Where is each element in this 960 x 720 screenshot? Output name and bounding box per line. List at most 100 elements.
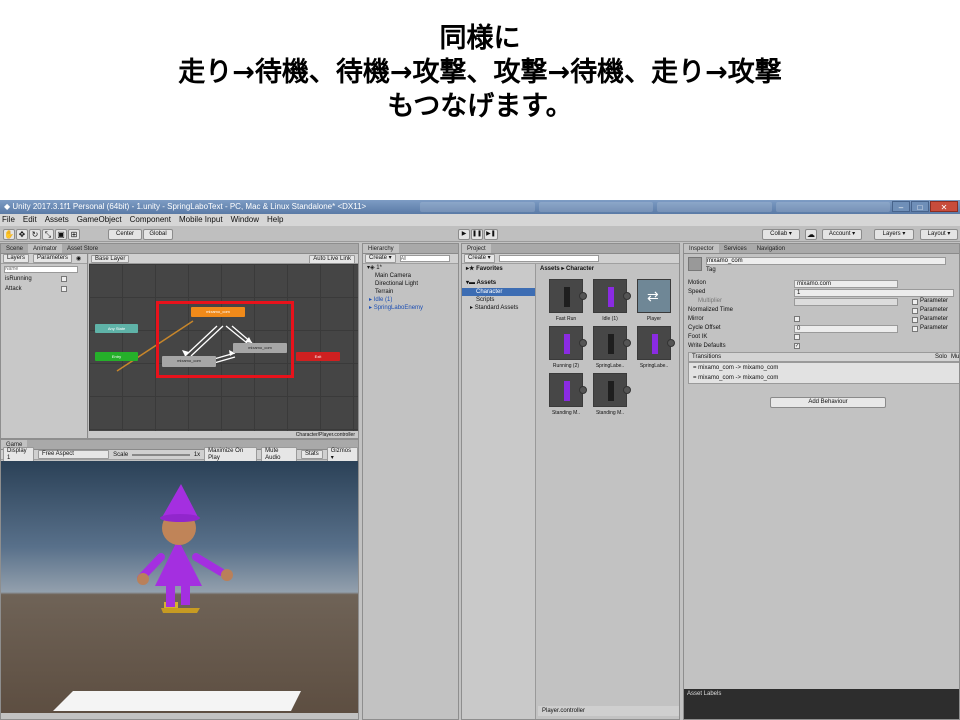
restore-button[interactable]: □ — [911, 201, 929, 212]
hierarchy-item-idle[interactable]: ▸ Idle (1) — [363, 296, 458, 304]
parameter-isrunning[interactable]: isRunning — [1, 274, 87, 284]
parameter-attack[interactable]: Attack — [1, 284, 87, 294]
scene-root[interactable]: ▾◈ 1* — [363, 264, 458, 272]
hierarchy-search-input[interactable] — [399, 255, 450, 262]
layers-dropdown[interactable]: Layers ▾ — [874, 229, 914, 240]
tab-scene[interactable]: Scene — [1, 244, 28, 253]
transition-item[interactable]: = mixamo_com -> mixamo_com — [689, 363, 959, 373]
asset-standing-2[interactable]: Standing M.. — [589, 373, 631, 416]
auto-live-link-button[interactable]: Auto Live Link — [309, 255, 355, 264]
hierarchy-item-terrain[interactable]: Terrain — [363, 288, 458, 296]
state-entry[interactable]: Entry — [95, 352, 138, 361]
menu-assets[interactable]: Assets — [45, 214, 69, 226]
hand-tool-icon[interactable]: ✋ — [3, 229, 15, 240]
transition-item[interactable]: = mixamo_com -> mixamo_com — [689, 373, 959, 383]
close-button[interactable]: ✕ — [930, 201, 958, 212]
state-any-state[interactable]: Any State — [95, 324, 138, 333]
speed-field[interactable]: 1 — [794, 289, 954, 297]
write-defaults-checkbox[interactable]: ✓ — [794, 343, 800, 349]
mirror-parameter-checkbox[interactable] — [912, 317, 918, 323]
project-create-button[interactable]: Create ▾ — [464, 254, 495, 263]
account-dropdown[interactable]: Account ▾ — [822, 229, 862, 240]
tab-services[interactable]: Services — [719, 244, 752, 253]
parameters-tab[interactable]: Parameters — [33, 254, 73, 263]
asset-fast-run[interactable]: Fast Run — [545, 279, 587, 322]
menu-edit[interactable]: Edit — [23, 214, 37, 226]
asset-player-controller[interactable]: ⇄ Player — [633, 279, 675, 322]
pivot-global-button[interactable]: Global — [143, 229, 173, 240]
tab-hierarchy[interactable]: Hierarchy — [363, 244, 399, 253]
play-button[interactable]: ▶ — [458, 229, 470, 240]
hierarchy-item-main-camera[interactable]: Main Camera — [363, 272, 458, 280]
star-icon: ▸★ — [466, 266, 477, 272]
cycle-offset-field[interactable]: 0 — [794, 325, 898, 333]
foot-ik-checkbox[interactable] — [794, 334, 800, 340]
scale-tool-icon[interactable]: ⤡ — [42, 229, 54, 240]
aspect-dropdown[interactable]: Free Aspect — [37, 450, 110, 459]
tab-asset-store[interactable]: Asset Store — [62, 244, 103, 253]
menu-window[interactable]: Window — [231, 214, 259, 226]
state-name-field[interactable] — [706, 257, 946, 265]
tab-project[interactable]: Project — [462, 244, 491, 253]
transform-tool-icon[interactable]: ⊞ — [68, 229, 80, 240]
cloud-icon[interactable]: ☁ — [805, 229, 817, 240]
folder-icon: ▾▬ — [466, 280, 477, 286]
folder-scripts[interactable]: Scripts — [462, 296, 535, 304]
move-tool-icon[interactable]: ✥ — [16, 229, 28, 240]
menu-mobile-input[interactable]: Mobile Input — [179, 214, 223, 226]
pivot-center-button[interactable]: Center — [108, 229, 142, 240]
solo-label: Solo — [935, 354, 948, 360]
breadcrumb-leaf[interactable]: Character — [566, 266, 594, 272]
normalized-parameter-checkbox[interactable] — [912, 308, 918, 314]
asset-idle[interactable]: Idle (1) — [589, 279, 631, 322]
mirror-checkbox[interactable] — [794, 316, 800, 322]
minimize-button[interactable]: – — [892, 201, 910, 212]
hierarchy-create-button[interactable]: Create ▾ — [365, 254, 396, 263]
collab-dropdown[interactable]: Collab ▾ — [762, 229, 800, 240]
stats-toggle[interactable]: Stats — [301, 450, 323, 459]
hierarchy-item-directional-light[interactable]: Directional Light — [363, 280, 458, 288]
rect-tool-icon[interactable]: ▣ — [55, 229, 67, 240]
layers-tab[interactable]: Layers — [3, 254, 30, 263]
cycle-parameter-checkbox[interactable] — [912, 326, 918, 332]
folder-standard-assets[interactable]: ▸ Standard Assets — [462, 304, 535, 312]
project-search-input[interactable] — [498, 255, 599, 262]
tab-animator[interactable]: Animator — [28, 244, 63, 253]
transitions-header: Transitions Solo Mute — [688, 352, 959, 362]
multiplier-parameter-checkbox[interactable] — [912, 299, 918, 305]
folder-character[interactable]: Character — [462, 288, 535, 296]
menu-gameobject[interactable]: GameObject — [77, 214, 122, 226]
hierarchy-item-enemy[interactable]: ▸ SpringLaboEnemy — [363, 304, 458, 312]
motion-field[interactable]: mixamo.com — [794, 280, 898, 288]
breadcrumb-root[interactable]: Assets — [540, 266, 560, 272]
asset-label: Fast Run — [555, 316, 577, 322]
favorites-folder[interactable]: ▸★ Favorites — [462, 264, 535, 274]
asset-springlabo-2[interactable]: SpringLabe.. — [633, 326, 675, 369]
eye-icon[interactable]: ◉ — [76, 255, 81, 262]
menu-component[interactable]: Component — [130, 214, 171, 226]
asset-springlabo-1[interactable]: SpringLabe.. — [589, 326, 631, 369]
step-button[interactable]: ▶❚ — [484, 229, 498, 240]
asset-running[interactable]: Running (2) — [545, 326, 587, 369]
rotate-tool-icon[interactable]: ↻ — [29, 229, 41, 240]
base-layer-breadcrumb[interactable]: Base Layer — [91, 255, 130, 263]
parameter-checkbox[interactable] — [61, 286, 67, 292]
tab-inspector[interactable]: Inspector — [684, 244, 719, 253]
multiplier-dropdown[interactable] — [794, 298, 898, 306]
assets-folder[interactable]: ▾▬ Assets — [462, 278, 535, 288]
parameter-search-input[interactable] — [4, 265, 78, 273]
multiplier-label: Multiplier — [698, 298, 723, 304]
scale-slider[interactable] — [132, 453, 190, 456]
tab-navigation[interactable]: Navigation — [752, 244, 790, 253]
menu-help[interactable]: Help — [267, 214, 283, 226]
state-exit[interactable]: Exit — [296, 352, 340, 361]
parameter-checkbox[interactable] — [61, 276, 67, 282]
animator-controller-icon: ⇄ — [647, 288, 659, 304]
add-behaviour-button[interactable]: Add Behaviour — [770, 397, 886, 408]
layout-dropdown[interactable]: Layout ▾ — [920, 229, 958, 240]
game-viewport[interactable] — [1, 461, 358, 713]
foot-ik-label: Foot IK — [688, 334, 708, 340]
asset-standing-1[interactable]: Standing M.. — [545, 373, 587, 416]
pause-button[interactable]: ❚❚ — [471, 229, 483, 240]
menu-file[interactable]: File — [2, 214, 15, 226]
